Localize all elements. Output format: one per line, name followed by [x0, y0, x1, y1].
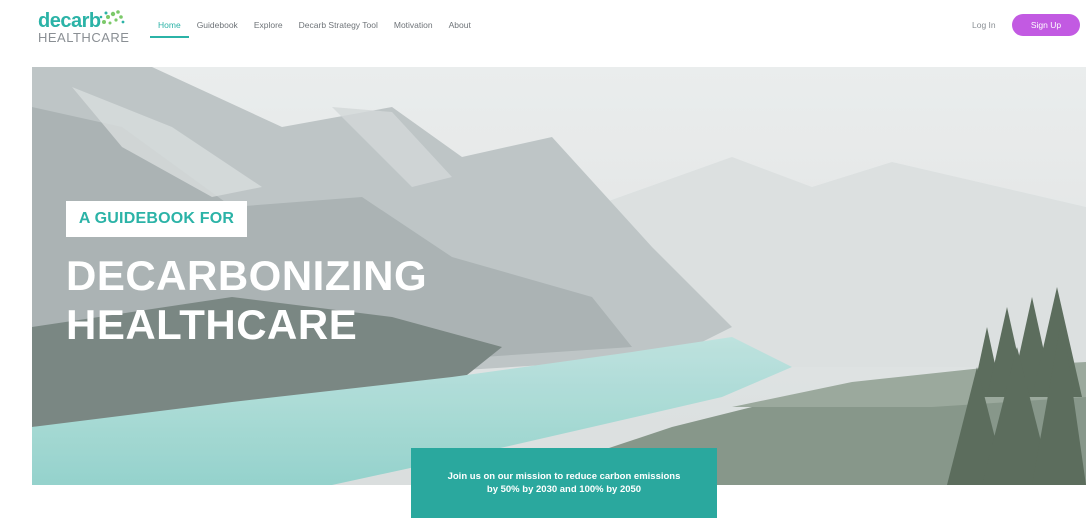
mission-text-line2: by 50% by 2030 and 100% by 2050: [486, 484, 642, 495]
nav-item-about[interactable]: About: [441, 18, 479, 38]
main-nav: Home Guidebook Explore Decarb Strategy T…: [150, 18, 479, 40]
hero-banner: A GUIDEBOOK FOR DECARBONIZING HEALTHCARE: [32, 67, 1086, 485]
signup-button[interactable]: Sign Up: [1012, 14, 1080, 36]
login-link[interactable]: Log In: [972, 20, 996, 30]
nav-item-guidebook[interactable]: Guidebook: [189, 18, 246, 38]
hero-tagline: A GUIDEBOOK FOR: [66, 201, 247, 237]
nav-item-home[interactable]: Home: [150, 18, 189, 38]
nav-item-strategy-tool[interactable]: Decarb Strategy Tool: [291, 18, 386, 38]
mission-banner: Join us on our mission to reduce carbon …: [411, 448, 717, 518]
hero-title-line2: HEALTHCARE: [66, 301, 358, 348]
nav-item-explore[interactable]: Explore: [246, 18, 291, 38]
site-logo[interactable]: decarb HEALTHCARE: [38, 10, 130, 48]
hero-title: DECARBONIZING HEALTHCARE: [66, 251, 427, 349]
logo-secondary-text: HEALTHCARE: [38, 30, 130, 45]
site-header: decarb HEALTHCARE Home Guidebook Explore…: [0, 0, 1086, 52]
mission-text-line1: Join us on our mission to reduce carbon …: [447, 471, 681, 482]
leaf-sprig-icon: [99, 10, 125, 25]
hero-title-line1: DECARBONIZING: [66, 252, 428, 299]
nav-item-motivation[interactable]: Motivation: [386, 18, 441, 38]
